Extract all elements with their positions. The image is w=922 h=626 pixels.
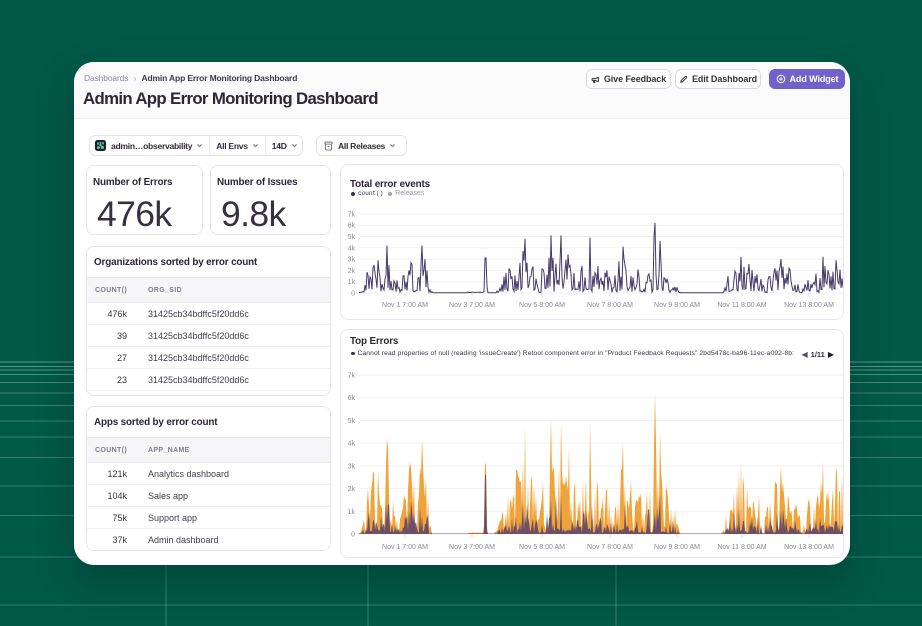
svg-text:Nov 11 8:00 AM: Nov 11 8:00 AM [717, 302, 766, 309]
svg-text:Nov 9 8:00 AM: Nov 9 8:00 AM [654, 302, 700, 309]
svg-text:3k: 3k [348, 463, 356, 470]
svg-text:Nov 11 8:00 AM: Nov 11 8:00 AM [717, 544, 766, 551]
svg-text:2k: 2k [348, 268, 356, 275]
svg-text:6k: 6k [348, 395, 356, 402]
svg-text:5k: 5k [348, 234, 356, 241]
svg-text:Nov 9 8:00 AM: Nov 9 8:00 AM [654, 544, 700, 551]
svg-text:0: 0 [351, 291, 355, 298]
svg-text:Nov 13 8:00 AM: Nov 13 8:00 AM [784, 302, 834, 309]
svg-text:3k: 3k [348, 257, 356, 264]
svg-text:1k: 1k [348, 509, 356, 516]
svg-text:Nov 5 8:00 AM: Nov 5 8:00 AM [519, 544, 565, 551]
svg-text:4k: 4k [348, 245, 356, 252]
svg-text:7k: 7k [348, 211, 356, 218]
svg-text:7k: 7k [348, 373, 356, 380]
svg-text:0: 0 [351, 532, 355, 539]
svg-text:Nov 5 8:00 AM: Nov 5 8:00 AM [519, 302, 565, 309]
svg-text:6k: 6k [348, 223, 356, 230]
svg-text:Nov 1 7:00 AM: Nov 1 7:00 AM [382, 544, 428, 551]
svg-text:1k: 1k [348, 279, 356, 286]
svg-text:Nov 7 8:00 AM: Nov 7 8:00 AM [587, 302, 633, 309]
svg-text:Nov 3 7:00 AM: Nov 3 7:00 AM [449, 544, 495, 551]
svg-text:2k: 2k [348, 486, 356, 493]
svg-text:Nov 7 8:00 AM: Nov 7 8:00 AM [587, 544, 633, 551]
svg-text:Nov 3 7:00 AM: Nov 3 7:00 AM [449, 302, 495, 309]
svg-text:4k: 4k [348, 441, 356, 448]
svg-text:5k: 5k [348, 418, 356, 425]
svg-text:Nov 1 7:00 AM: Nov 1 7:00 AM [382, 302, 428, 309]
svg-text:Nov 13 8:00 AM: Nov 13 8:00 AM [784, 544, 834, 551]
